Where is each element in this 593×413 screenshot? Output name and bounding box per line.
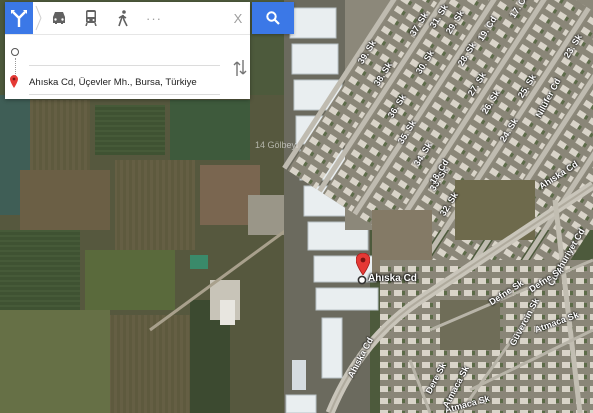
location-pin-icon[interactable] (356, 253, 370, 275)
transit-icon[interactable] (75, 2, 107, 34)
directions-panel: ··· X Ahıska Cd, Üçevler Mh., Bursa, Tür… (5, 2, 250, 99)
destination-row: Ahıska Cd, Üçevler Mh., Bursa, Türkiye (5, 70, 250, 98)
search-icon (266, 11, 280, 25)
destination-pin-icon (10, 75, 18, 93)
place-dot-icon (357, 275, 367, 285)
search-button[interactable] (252, 2, 294, 34)
close-icon: X (233, 10, 243, 26)
best-route-icon[interactable] (5, 2, 33, 34)
divider (5, 34, 250, 35)
chevron-right-icon (33, 2, 43, 34)
origin-circle-icon (11, 48, 19, 56)
origin-row (5, 40, 250, 80)
travel-mode-bar: ··· (5, 2, 250, 34)
origin-field[interactable] (29, 65, 220, 66)
destination-field[interactable]: Ahıska Cd, Üçevler Mh., Bursa, Türkiye (29, 77, 197, 88)
swap-icon[interactable] (233, 58, 247, 78)
more-options-icon[interactable]: ··· (139, 11, 169, 26)
map-watermark: 14 Gölbeyi (255, 140, 299, 150)
car-icon[interactable] (43, 2, 75, 34)
close-button[interactable]: X (227, 2, 249, 34)
marker-label[interactable]: Ahıska Cd (368, 273, 417, 284)
walk-icon[interactable] (107, 2, 139, 34)
destination-underline (29, 94, 220, 95)
